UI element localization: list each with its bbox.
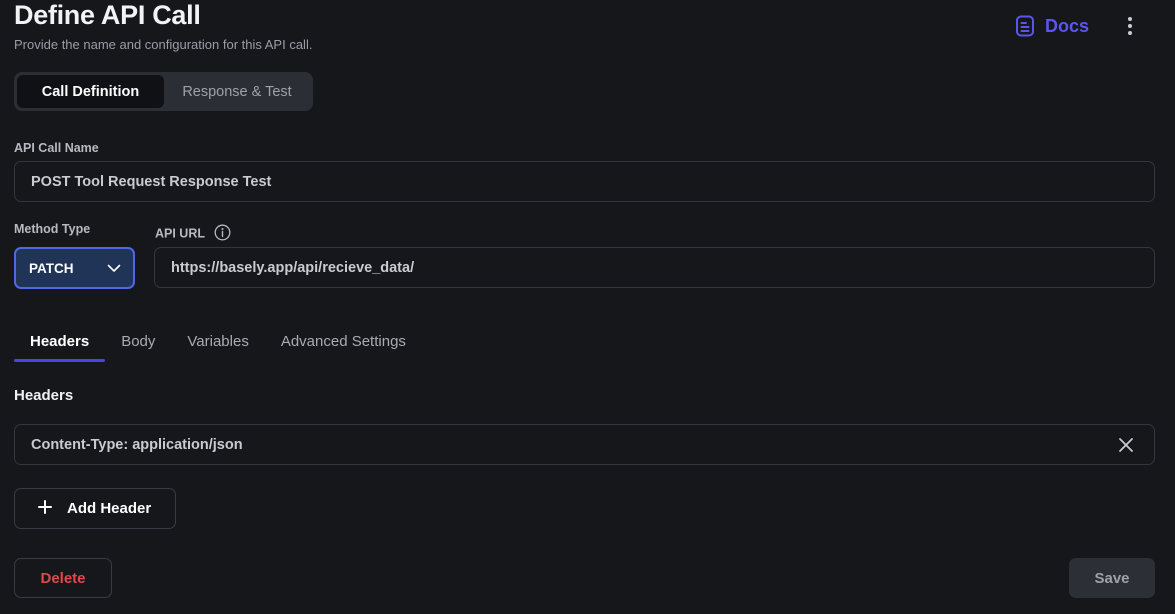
docs-link[interactable]: Docs	[1015, 12, 1089, 40]
close-icon[interactable]	[1116, 435, 1136, 455]
api-url-label-group: API URL	[155, 224, 231, 244]
page-title: Define API Call	[14, 0, 201, 30]
method-type-value: PATCH	[29, 260, 74, 276]
tab-advanced-settings[interactable]: Advanced Settings	[265, 320, 422, 362]
define-api-call-panel: Define API Call Provide the name and con…	[0, 0, 1175, 614]
delete-button[interactable]: Delete	[14, 558, 112, 598]
docs-label: Docs	[1045, 15, 1090, 36]
tab-headers[interactable]: Headers	[14, 320, 106, 362]
chevron-down-icon	[107, 261, 121, 276]
method-type-label: Method Type	[14, 222, 91, 236]
tab-body[interactable]: Body	[105, 320, 171, 362]
tab-variables[interactable]: Variables	[171, 320, 264, 362]
tab-call-definition[interactable]: Call Definition	[17, 75, 164, 108]
page-subtitle: Provide the name and configuration for t…	[14, 37, 313, 52]
method-type-select[interactable]: PATCH	[14, 247, 135, 289]
kebab-menu-icon[interactable]	[1119, 14, 1141, 38]
document-icon	[1015, 15, 1035, 37]
header-entry-input[interactable]: Content-Type: application/json	[14, 424, 1155, 465]
headers-section-title: Headers	[14, 387, 74, 404]
api-call-name-input[interactable]: POST Tool Request Response Test	[14, 161, 1155, 202]
add-header-label: Add Header	[67, 500, 152, 517]
config-tabs: Headers Body Variables Advanced Settings	[14, 320, 422, 364]
api-call-name-label: API Call Name	[14, 141, 99, 155]
api-url-input[interactable]: https://basely.app/api/recieve_data/	[154, 247, 1155, 288]
api-url-label: API URL	[155, 226, 205, 241]
tab-response-test[interactable]: Response & Test	[164, 75, 310, 108]
header-entry-value: Content-Type: application/json	[31, 436, 243, 453]
view-toggle: Call Definition Response & Test	[14, 72, 313, 111]
add-header-button[interactable]: Add Header	[14, 488, 176, 529]
info-icon[interactable]	[214, 224, 231, 244]
save-button[interactable]: Save	[1069, 558, 1155, 598]
plus-icon	[37, 499, 53, 519]
